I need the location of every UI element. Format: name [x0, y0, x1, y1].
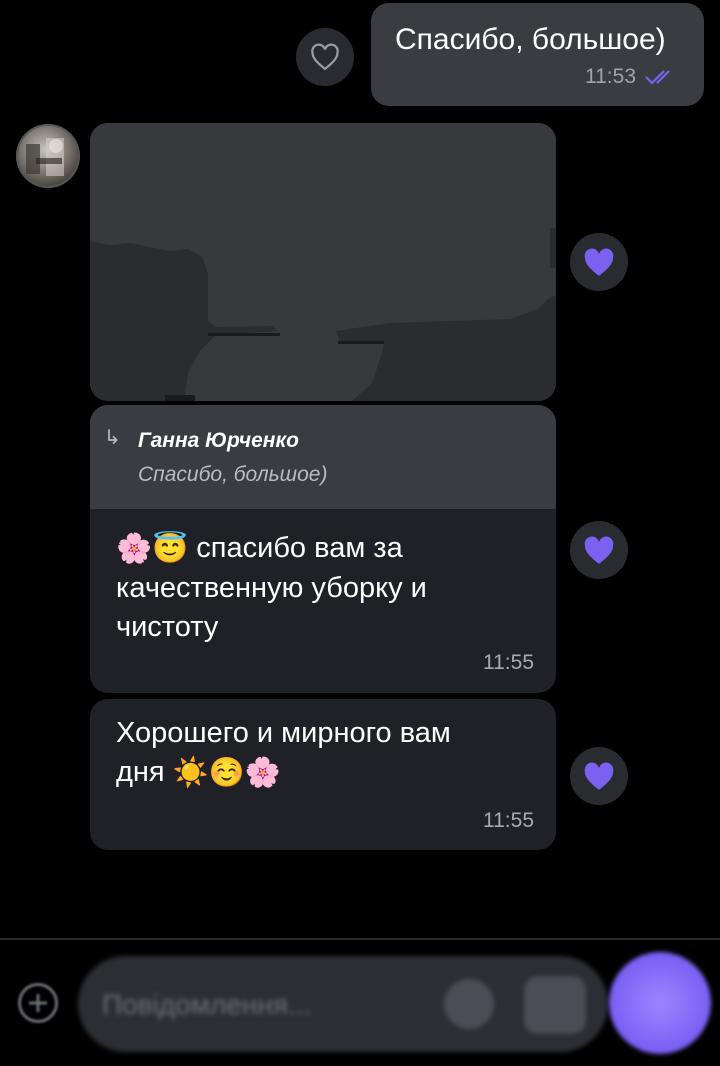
- quoted-message[interactable]: ↳ Ганна Юрченко Спасибо, большое): [90, 405, 556, 509]
- heart-filled-icon: [584, 248, 614, 276]
- send-button[interactable]: [609, 952, 711, 1054]
- message-line: дня: [116, 756, 165, 788]
- outgoing-message-bubble[interactable]: Спасибо, большое) 11:53: [371, 3, 704, 106]
- sun-emoji: ☀️: [172, 756, 209, 789]
- avatar-image: [26, 138, 64, 176]
- heart-filled-icon: [584, 762, 614, 790]
- message-input[interactable]: [100, 982, 434, 1028]
- message-text: 🌸😇 спасибо вам за качественную уборку и …: [116, 529, 427, 647]
- composer: [78, 956, 608, 1052]
- reaction-heart-button[interactable]: [570, 747, 628, 805]
- quote-author: Ганна Юрченко: [138, 429, 299, 452]
- reply-arrow-icon: ↳: [104, 427, 121, 449]
- message-line: Хорошего и мирного вам: [116, 717, 451, 749]
- quote-text: Спасибо, большое): [138, 463, 328, 486]
- heart-filled-icon: [584, 536, 614, 564]
- message-line: спасибо вам за: [196, 532, 403, 564]
- image-message[interactable]: [90, 123, 556, 401]
- blossom-emoji: 🌸: [244, 756, 282, 789]
- emoji-picker-button[interactable]: [444, 979, 494, 1029]
- add-attachment-button[interactable]: [18, 983, 58, 1023]
- message-time: 11:53: [585, 65, 636, 88]
- image-content: [90, 123, 556, 401]
- message-time: 11:55: [483, 809, 534, 832]
- reaction-heart-button[interactable]: [570, 233, 628, 291]
- reply-message-bubble[interactable]: ↳ Ганна Юрченко Спасибо, большое) 🌸😇 спа…: [90, 405, 556, 693]
- message-time: 11:55: [483, 651, 534, 674]
- incoming-message-bubble[interactable]: Хорошего и мирного вам дня ☀️☺️🌸 11:55: [90, 699, 556, 850]
- react-button[interactable]: [296, 28, 354, 86]
- smiling-emoji: ☺️: [208, 756, 245, 789]
- camera-button[interactable]: [524, 976, 586, 1034]
- avatar[interactable]: [16, 124, 80, 188]
- message-meta: 11:53: [585, 65, 678, 89]
- message-text: Спасибо, большое): [395, 23, 666, 56]
- double-check-icon: [645, 70, 670, 85]
- message-text: Хорошего и мирного вам дня ☀️☺️🌸: [116, 714, 451, 793]
- message-line: качественную уборку и: [116, 571, 427, 604]
- halo-smile-emoji: 😇: [152, 532, 189, 565]
- composer-divider: [0, 938, 720, 940]
- blossom-emoji: 🌸: [116, 532, 153, 565]
- heart-outline-icon: [311, 43, 339, 71]
- reaction-heart-button[interactable]: [570, 521, 628, 579]
- message-line: чистоту: [116, 610, 219, 643]
